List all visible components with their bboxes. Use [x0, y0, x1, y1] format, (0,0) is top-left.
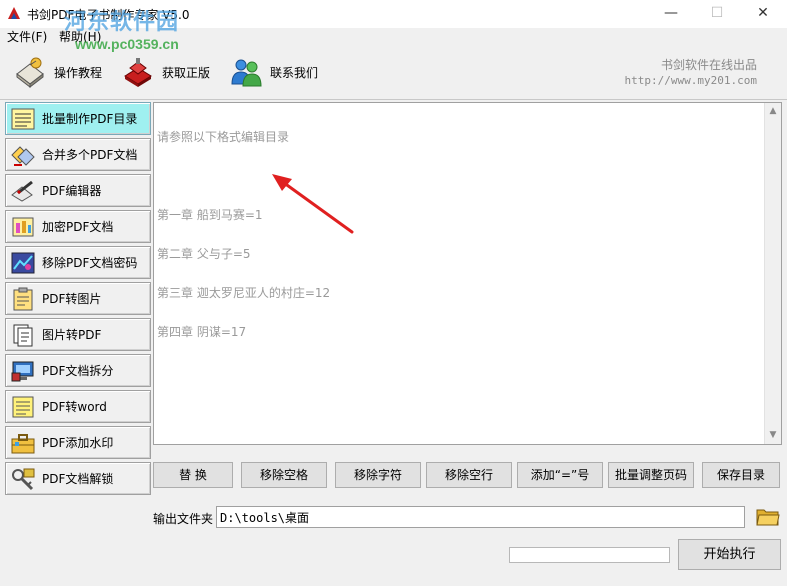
toolbar: 操作教程 获取正版 联系我们 书剑软件在线出品 http://www.my201…	[0, 48, 787, 98]
sidebar-item-label: 图片转PDF	[42, 328, 102, 342]
batch-adjust-pages-button[interactable]: 批量调整页码	[608, 462, 694, 488]
toolbar-divider	[0, 99, 787, 100]
editor-line: 第二章 父与子=5	[157, 247, 251, 261]
remove-chars-button[interactable]: 移除字符	[335, 462, 421, 488]
editor-line: 第四章 阴谋=17	[157, 325, 247, 339]
replace-button[interactable]: 替 换	[153, 462, 233, 488]
tutorial-button[interactable]: 操作教程	[14, 54, 102, 90]
document-copy-icon	[13, 324, 33, 346]
edit-pen-icon	[11, 180, 33, 202]
app-logo-icon	[8, 7, 20, 19]
remove-spaces-button[interactable]: 移除空格	[241, 462, 327, 488]
scroll-up-icon[interactable]: ▲	[765, 103, 781, 120]
sidebar-item-label: 合并多个PDF文档	[42, 148, 138, 162]
sidebar-item-watermark[interactable]: PDF添加水印	[5, 426, 151, 459]
sidebar-item-label: 加密PDF文档	[42, 220, 114, 234]
sidebar-item-label: 移除PDF文档密码	[42, 256, 138, 270]
book-icon	[16, 57, 44, 88]
sidebar-item-split[interactable]: PDF文档拆分	[5, 354, 151, 387]
folder-open-icon[interactable]	[756, 505, 780, 527]
sidebar-item-image-to-pdf[interactable]: 图片转PDF	[5, 318, 151, 351]
vertical-scrollbar[interactable]: ▲ ▼	[764, 103, 781, 444]
progress-bar	[509, 547, 670, 563]
buy-label: 获取正版	[162, 65, 211, 80]
close-button[interactable]: ✕	[740, 0, 786, 28]
encrypt-icon	[12, 217, 34, 236]
start-button[interactable]: 开始执行	[678, 539, 781, 570]
annotation-arrow	[272, 174, 354, 234]
note-icon	[12, 396, 34, 417]
users-icon	[231, 59, 262, 87]
remove-password-icon	[11, 252, 35, 273]
output-folder-label: 输出文件夹	[153, 512, 214, 526]
sidebar-item-label: PDF添加水印	[42, 436, 114, 450]
sidebar-item-pdf-to-image[interactable]: PDF转图片	[5, 282, 151, 315]
buy-button[interactable]: 获取正版	[122, 54, 210, 90]
toc-editor[interactable]: 请参照以下格式编辑目录 第一章 船到马赛=1 第二章 父与子=5 第三章 迦太罗…	[153, 102, 782, 445]
sidebar-item-unlock[interactable]: PDF文档解锁	[5, 462, 151, 495]
merge-documents-icon	[11, 145, 35, 166]
unlock-key-icon	[12, 468, 35, 490]
sidebar-item-label: PDF文档拆分	[42, 364, 114, 378]
maximize-button[interactable]: ☐	[694, 0, 740, 28]
editor-line: 第三章 迦太罗尼亚人的村庄=12	[157, 286, 331, 300]
tutorial-label: 操作教程	[54, 65, 103, 80]
output-folder-input[interactable]: D:\tools\桌面	[216, 506, 745, 528]
briefcase-icon	[11, 433, 35, 453]
action-bar: 替 换 移除空格 移除字符 移除空行 添加“=”号 批量调整页码 保存目录	[153, 462, 783, 488]
sidebar-item-merge[interactable]: 合并多个PDF文档	[5, 138, 151, 171]
sidebar-item-pdf-to-word[interactable]: PDF转word	[5, 390, 151, 423]
sidebar-item-remove-password[interactable]: 移除PDF文档密码	[5, 246, 151, 279]
sidebar-item-editor[interactable]: PDF编辑器	[5, 174, 151, 207]
menu-file[interactable]: 文件(F)	[7, 28, 47, 45]
sidebar-item-label: PDF编辑器	[42, 184, 102, 198]
list-icon	[11, 108, 35, 129]
brand-url[interactable]: http://www.my201.com	[625, 74, 757, 87]
monitor-icon	[11, 361, 34, 381]
scroll-down-icon[interactable]: ▼	[765, 427, 781, 444]
minimize-button[interactable]: —	[648, 0, 694, 28]
sidebar-item-encrypt[interactable]: 加密PDF文档	[5, 210, 151, 243]
sidebar-item-batch-toc[interactable]: 批量制作PDF目录	[5, 102, 151, 135]
editor-hint: 请参照以下格式编辑目录	[157, 130, 290, 144]
remove-empty-lines-button[interactable]: 移除空行	[426, 462, 512, 488]
contact-label: 联系我们	[270, 65, 319, 80]
clipboard-icon	[13, 287, 33, 310]
add-equals-button[interactable]: 添加“=”号	[517, 462, 603, 488]
brand-text: 书剑软件在线出品	[660, 58, 757, 72]
contact-button[interactable]: 联系我们	[230, 54, 318, 90]
sidebar-item-label: PDF转图片	[42, 292, 102, 306]
sidebar-item-label: PDF转word	[42, 400, 107, 414]
sidebar-item-label: 批量制作PDF目录	[42, 112, 138, 126]
sidebar-item-label: PDF文档解锁	[42, 472, 114, 486]
save-toc-button[interactable]: 保存目录	[702, 462, 780, 488]
stack-books-icon	[124, 58, 152, 87]
